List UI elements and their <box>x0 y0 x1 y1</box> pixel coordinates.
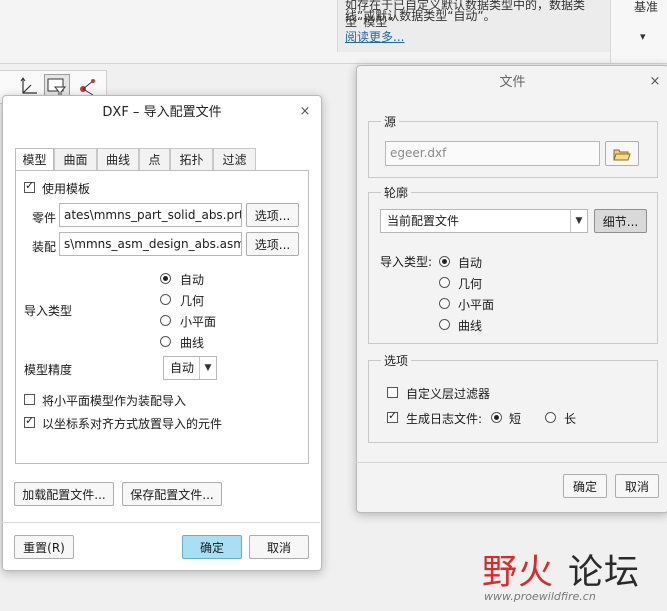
asm-template-field[interactable]: s\mmns_asm_design_abs.asm <box>59 232 242 256</box>
source-file-field[interactable]: egeer.dxf <box>385 141 600 166</box>
log-file-checkbox[interactable]: ✓ <box>387 410 398 423</box>
import-type-facet-label: 小平面 <box>180 315 217 329</box>
tab-surface[interactable]: 曲面 <box>54 148 97 171</box>
precision-label: 模型精度 <box>24 363 73 377</box>
import-type-radio-facet[interactable] <box>160 315 171 326</box>
ok-button[interactable]: 确定 <box>182 535 242 559</box>
tab-topology[interactable]: 拓扑 <box>170 148 213 171</box>
file-import-type-auto-label: 自动 <box>458 256 483 270</box>
profile-value: 当前配置文件 <box>387 214 460 228</box>
log-short-radio[interactable] <box>491 412 502 423</box>
details-button[interactable]: 细节... <box>594 209 647 233</box>
browse-folder-button[interactable] <box>605 141 639 166</box>
import-type-label: 导入类型 <box>24 304 73 318</box>
use-template-checkbox[interactable]: ✓ <box>24 180 35 193</box>
dialog-divider <box>356 462 667 463</box>
options-group-title: 选项 <box>381 352 412 369</box>
file-import-type-radio-geometry[interactable] <box>439 277 450 288</box>
watermark-title-a: 野火 <box>482 553 555 593</box>
log-long-label: 长 <box>564 412 577 426</box>
custom-layer-filter-checkbox[interactable] <box>387 387 398 398</box>
close-icon[interactable]: × <box>648 75 662 89</box>
import-type-radio-curve[interactable] <box>160 336 171 347</box>
tab-filter[interactable]: 过滤 <box>213 148 256 171</box>
source-group-title: 源 <box>381 113 400 130</box>
datum-group[interactable]: 基准 ▾ <box>610 0 667 64</box>
import-type-radio-auto[interactable] <box>160 273 171 284</box>
save-config-button[interactable]: 保存配置文件... <box>122 482 222 506</box>
precision-value: 自动 <box>170 361 195 375</box>
file-cancel-button[interactable]: 取消 <box>615 474 659 498</box>
file-import-type-radio-curve[interactable] <box>439 319 450 330</box>
asm-label: 装配 <box>32 240 57 254</box>
watermark-title-b: 论坛 <box>568 553 641 593</box>
log-long-radio[interactable] <box>545 412 556 423</box>
watermark-url: www.proewildfire.cn <box>484 590 596 603</box>
align-csys-label: 以坐标系对齐方式放置导入的元件 <box>42 417 223 431</box>
asm-options-button[interactable]: 选项... <box>246 232 299 256</box>
file-ok-button[interactable]: 确定 <box>563 474 607 498</box>
log-short-label: 短 <box>509 412 522 426</box>
read-more-link[interactable]: 阅读更多... <box>345 28 404 45</box>
dialog-divider <box>2 522 320 523</box>
tab-model[interactable]: 模型 <box>15 148 54 172</box>
file-import-type-geometry-label: 几何 <box>458 277 483 291</box>
import-type-curve-label: 曲线 <box>180 336 205 350</box>
custom-layer-filter-label: 自定义层过滤器 <box>406 387 491 401</box>
precision-select[interactable]: 自动 ▼ <box>163 356 217 380</box>
import-type-geometry-label: 几何 <box>180 294 205 308</box>
profile-select[interactable]: 当前配置文件 ▼ <box>380 209 588 233</box>
facet-as-assembly-label: 将小平面模型作为装配导入 <box>42 394 187 408</box>
datum-label: 基准 <box>634 0 659 14</box>
part-template-field[interactable]: ates\mmns_part_solid_abs.prt <box>59 203 242 227</box>
file-import-type-curve-label: 曲线 <box>458 319 483 333</box>
forum-watermark-logo: 野火 论坛 www.proewildfire.cn <box>482 542 667 611</box>
load-config-button[interactable]: 加载配置文件... <box>14 482 114 506</box>
tab-curve[interactable]: 曲线 <box>97 148 139 171</box>
dialog-title: 文件 <box>499 75 526 90</box>
chevron-down-icon: ▼ <box>199 357 216 379</box>
tab-point[interactable]: 点 <box>139 148 170 171</box>
dialog-title: DXF – 导入配置文件 <box>102 105 222 120</box>
file-import-type-label: 导入类型: <box>380 255 433 269</box>
use-template-label: 使用模板 <box>42 182 91 196</box>
cancel-button[interactable]: 取消 <box>249 535 309 559</box>
chevron-down-icon[interactable]: ▾ <box>640 30 646 43</box>
profile-group-title: 轮廓 <box>381 184 412 201</box>
part-label: 零件 <box>32 211 57 225</box>
ribbon-divider <box>0 63 667 64</box>
facet-as-assembly-checkbox[interactable] <box>24 394 35 405</box>
import-type-auto-label: 自动 <box>180 273 205 287</box>
file-import-type-radio-auto[interactable] <box>439 256 450 267</box>
file-import-type-facet-label: 小平面 <box>458 298 495 312</box>
tooltip-line-2: 线”或默认数据类型“自动”。 <box>345 9 496 23</box>
file-import-type-radio-facet[interactable] <box>439 298 450 309</box>
log-file-label: 生成日志文件: <box>406 412 483 426</box>
close-icon[interactable]: × <box>298 105 312 119</box>
import-type-radio-geometry[interactable] <box>160 294 171 305</box>
part-options-button[interactable]: 选项... <box>246 203 299 227</box>
folder-open-icon <box>613 149 631 161</box>
reset-button[interactable]: 重置(R) <box>14 535 74 559</box>
align-csys-checkbox[interactable]: ✓ <box>24 415 35 428</box>
chevron-down-icon: ▼ <box>570 210 587 232</box>
tooltip-card: 如存在于已自定义默认数据类型中的，数据类型“模型” 线”或默认数据类型“自动”。… <box>337 0 611 52</box>
